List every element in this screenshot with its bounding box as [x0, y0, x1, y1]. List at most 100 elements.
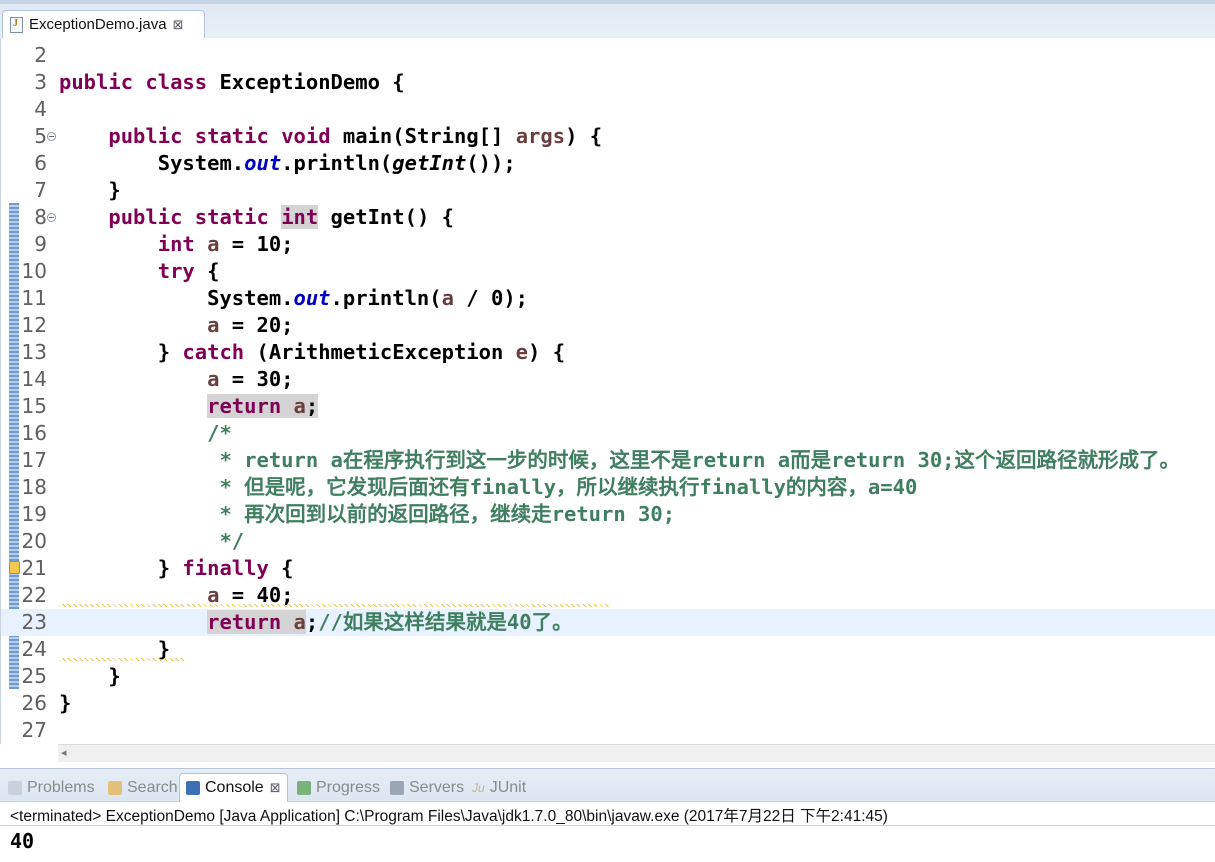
code-line[interactable]: 26} — [1, 690, 1215, 717]
code-text: a = 30; — [59, 366, 293, 393]
code-text: public static int getInt() { — [59, 204, 454, 231]
code-line[interactable]: 14 a = 30; — [1, 366, 1215, 393]
code-token: * return a在程序执行到这一步的时候，这里不是return a而是ret… — [219, 448, 1181, 472]
tab-label: Search — [127, 779, 178, 796]
line-number: 25 — [21, 664, 47, 688]
code-line[interactable]: 3 public class ExceptionDemo { — [1, 69, 1215, 96]
code-token: args — [515, 124, 566, 148]
code-token: a — [293, 610, 306, 634]
tab-servers[interactable]: Servers — [390, 777, 464, 799]
line-number: 16 — [21, 421, 47, 445]
code-token: public — [59, 70, 134, 94]
code-token: * 再次回到以前的返回路径，继续走return 30; — [219, 502, 676, 526]
code-token: .println( — [330, 286, 442, 310]
tab-console[interactable]: Console ⊠ — [179, 773, 288, 802]
code-token: return — [207, 394, 282, 418]
code-text: } finally { — [59, 555, 294, 582]
code-line[interactable]: 13 } catch (ArithmeticException e) { — [1, 339, 1215, 366]
divider — [0, 825, 1215, 826]
code-token: finally — [182, 556, 269, 580]
warning-underline — [59, 604, 609, 607]
code-token: getInt() { — [318, 205, 454, 229]
line-number: 12 — [21, 313, 47, 337]
code-token: out — [293, 286, 331, 310]
editor-tab-exceptiondemo[interactable]: ExceptionDemo.java ⊠ — [2, 10, 205, 38]
code-line[interactable]: 11 System.out.println(a / 0); — [1, 285, 1215, 312]
code-token: } — [59, 691, 72, 715]
code-text: System.out.println(getInt()); — [59, 150, 516, 177]
code-line[interactable]: 20 */ — [1, 528, 1215, 555]
code-token: ()); — [466, 151, 516, 175]
line-number: 10 — [21, 259, 47, 283]
code-line[interactable]: 8 public static int getInt() { — [1, 204, 1215, 231]
code-editor[interactable]: 2 3 public class ExceptionDemo {4 5 public … — [0, 38, 1215, 744]
code-line[interactable]: 16 /* — [1, 420, 1215, 447]
line-number: 24 — [21, 637, 47, 661]
tab-progress[interactable]: Progress — [297, 777, 380, 799]
fold-toggle-icon[interactable] — [47, 213, 56, 222]
line-number: 26 — [21, 691, 47, 715]
code-text: } — [59, 690, 71, 717]
code-token: catch — [182, 340, 245, 364]
code-line[interactable]: 19 * 再次回到以前的返回路径，继续走return 30; — [1, 501, 1215, 528]
line-number: 13 — [21, 340, 47, 364]
view-tab-bar: Problems Search Console ⊠ Progress Servers Ju J… — [0, 768, 1215, 802]
code-token: (ArithmeticException — [244, 340, 516, 364]
code-token: a — [207, 232, 220, 256]
editor-tab-label: ExceptionDemo.java — [29, 16, 167, 33]
horizontal-scrollbar[interactable]: ◂ — [58, 744, 1215, 762]
editor-tab-bar: ExceptionDemo.java ⊠ — [0, 0, 1215, 38]
code-line[interactable]: 17 * return a在程序执行到这一步的时候，这里不是return a而是… — [1, 447, 1215, 474]
code-line[interactable]: 5 public static void main(String[] args)… — [1, 123, 1215, 150]
code-line[interactable]: 4 — [1, 96, 1215, 123]
code-line[interactable]: 15 return a; — [1, 393, 1215, 420]
code-line[interactable]: 25 } — [1, 663, 1215, 690]
code-text: a = 20; — [59, 312, 293, 339]
code-line[interactable]: 9 int a = 10; — [1, 231, 1215, 258]
code-token: void — [281, 124, 331, 148]
scroll-left-icon[interactable]: ◂ — [61, 746, 67, 759]
fold-toggle-icon[interactable] — [47, 132, 56, 141]
code-text: } — [59, 177, 120, 204]
code-line[interactable]: 18 * 但是呢，它发现后面还有finally，所以继续执行finally的内容… — [1, 474, 1215, 501]
code-token — [281, 394, 294, 418]
code-text: public static void main(String[] args) { — [59, 123, 602, 150]
code-token: * 但是呢，它发现后面还有finally，所以继续执行finally的内容，a=… — [219, 475, 918, 499]
code-token: ; — [305, 610, 319, 634]
code-token: .println( — [281, 151, 393, 175]
junit-icon: Ju — [472, 781, 485, 795]
code-line[interactable]: 27 — [1, 717, 1215, 744]
line-number: 20 — [21, 529, 47, 553]
code-line[interactable]: 23 return a;//如果这样结果就是40了。 — [1, 609, 1215, 636]
code-text: return a;//如果这样结果就是40了。 — [59, 609, 573, 636]
line-number: 8 — [34, 205, 47, 229]
code-line[interactable]: 21 } finally { — [1, 555, 1215, 582]
console-output[interactable]: 40 — [10, 829, 34, 853]
line-number: 9 — [34, 232, 47, 256]
line-number: 18 — [21, 475, 47, 499]
warning-icon[interactable] — [9, 561, 20, 574]
code-token: } — [59, 340, 183, 364]
tab-problems[interactable]: Problems — [8, 777, 95, 799]
tab-search[interactable]: Search — [108, 777, 178, 799]
code-text: */ — [59, 528, 244, 555]
code-line[interactable]: 7 } — [1, 177, 1215, 204]
code-token: e — [515, 340, 529, 364]
tab-label: JUnit — [489, 779, 527, 796]
tab-junit[interactable]: Ju JUnit — [472, 777, 526, 799]
code-line[interactable]: 2 — [1, 42, 1215, 69]
code-token: ; — [305, 394, 319, 418]
code-line[interactable]: 6 System.out.println(getInt()); — [1, 150, 1215, 177]
code-token: static — [194, 205, 269, 229]
close-icon[interactable]: ⊠ — [173, 17, 184, 33]
code-line[interactable]: 10 try { — [1, 258, 1215, 285]
line-number: 14 — [21, 367, 47, 391]
line-number: 11 — [21, 286, 47, 310]
code-line[interactable]: 12 a = 20; — [1, 312, 1215, 339]
close-icon[interactable]: ⊠ — [270, 780, 281, 796]
code-text: return a; — [59, 393, 319, 420]
